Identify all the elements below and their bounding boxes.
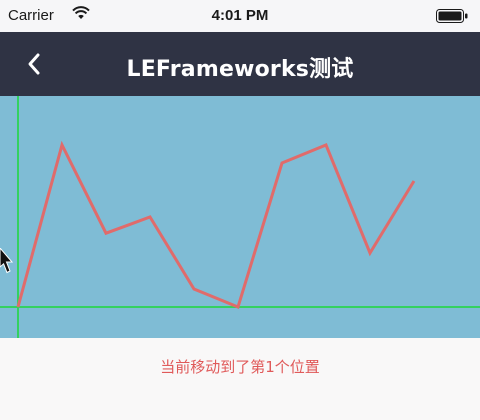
data-point[interactable] <box>190 285 198 293</box>
position-status-text: 当前移动到了第1个位置 <box>160 358 320 376</box>
data-point[interactable] <box>14 303 22 311</box>
status-bar: Carrier 4:01 PM <box>0 0 480 32</box>
battery-icon <box>436 9 468 23</box>
data-point[interactable] <box>410 177 418 185</box>
data-point[interactable] <box>58 141 66 149</box>
data-point[interactable] <box>102 229 110 237</box>
data-point[interactable] <box>234 303 242 311</box>
series-line <box>16 140 416 310</box>
data-point[interactable] <box>146 213 154 221</box>
navigation-bar: LEFrameworks测试 <box>0 32 480 96</box>
status-time: 4:01 PM <box>211 7 269 24</box>
mouse-cursor-icon <box>0 248 14 274</box>
nav-title: LEFrameworks测试 <box>126 57 354 82</box>
data-point[interactable] <box>278 159 286 167</box>
data-point[interactable] <box>366 249 374 257</box>
line-chart-svg[interactable] <box>0 96 480 338</box>
data-point[interactable] <box>322 141 330 149</box>
line-chart[interactable] <box>0 96 480 338</box>
